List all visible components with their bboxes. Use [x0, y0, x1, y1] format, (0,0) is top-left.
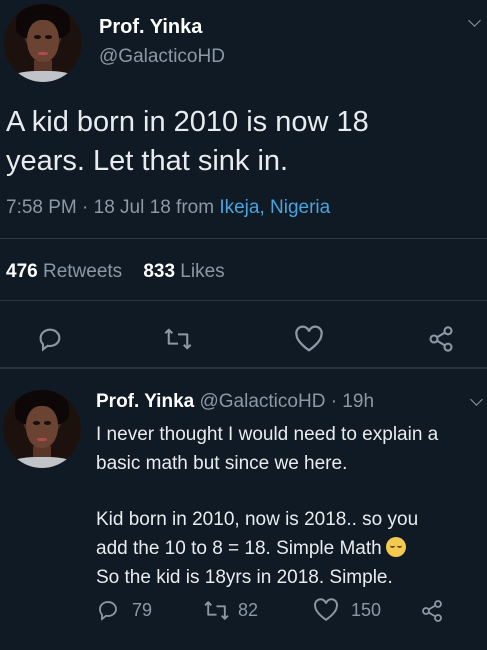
avatar[interactable] — [4, 4, 82, 82]
reply-button[interactable] — [32, 321, 68, 357]
chevron-down-icon[interactable] — [470, 393, 483, 406]
reply-action-like[interactable]: 150 — [313, 595, 381, 625]
engagement-stats: 476 Retweets 833 Likes — [6, 261, 225, 283]
tweet-location-link[interactable]: Ikeja, Nigeria — [219, 197, 330, 218]
reply-action-share[interactable] — [420, 597, 444, 625]
likes-count: 833 — [143, 261, 176, 282]
likes-stat[interactable]: 833 Likes — [143, 261, 224, 282]
share-button[interactable] — [423, 321, 459, 357]
main-tweet: Prof. Yinka @GalacticoHD A kid born in 2… — [0, 0, 487, 368]
tweet-text-line2: years. Let that sink in. — [6, 145, 289, 177]
retweet-count: 82 — [238, 599, 259, 620]
user-handle[interactable]: @GalacticoHD — [99, 46, 225, 68]
retweets-stat[interactable]: 476 Retweets — [6, 261, 122, 282]
share-icon — [422, 600, 442, 622]
reply-action-reply[interactable]: 79 — [96, 595, 152, 625]
reply-text-line: Kid born in 2010, now is 2018.. so you — [96, 509, 419, 530]
avatar[interactable] — [3, 390, 81, 468]
like-button[interactable] — [291, 321, 327, 357]
heart-icon — [295, 325, 323, 352]
reply-icon — [99, 601, 117, 621]
display-name[interactable]: Prof. Yinka — [96, 391, 194, 412]
reply-text-line: I never thought I would need to explain … — [96, 424, 439, 445]
like-count: 150 — [351, 599, 382, 620]
share-icon — [429, 326, 453, 352]
divider — [0, 238, 487, 239]
heart-icon — [314, 598, 338, 621]
retweet-icon — [164, 328, 192, 350]
reply-text: I never thought I would need to explain … — [96, 420, 484, 592]
user-handle[interactable]: @GalacticoHD — [199, 391, 325, 412]
reply-header: Prof. Yinka @GalacticoHD · 19h — [96, 391, 374, 413]
likes-label: Likes — [180, 261, 225, 282]
reply-text-line: So the kid is 18yrs in 2018. Simple. — [96, 567, 393, 588]
retweet-button[interactable] — [158, 321, 198, 357]
reply-count: 79 — [132, 599, 153, 620]
reply-text-span: add the 10 to 8 = 18. Simple Math — [96, 538, 382, 559]
chevron-down-icon[interactable] — [468, 14, 481, 27]
divider — [0, 300, 487, 301]
tweet-meta: 7:58 PM · 18 Jul 18 from Ikeja, Nigeria — [6, 197, 330, 219]
reply-tweet: Prof. Yinka @GalacticoHD · 19h I never t… — [0, 369, 487, 650]
tweet-age[interactable]: · 19h — [331, 391, 374, 412]
reply-icon — [39, 328, 61, 352]
tweet-text-line1: A kid born in 2010 is now 18 — [6, 106, 369, 138]
tweet-timestamp[interactable]: 7:58 PM · 18 Jul 18 from — [6, 197, 219, 218]
reply-action-retweet[interactable]: 82 — [203, 595, 258, 625]
retweets-label: Retweets — [42, 261, 123, 282]
retweet-icon — [204, 600, 229, 620]
reply-text-line: basic math but since we here. — [96, 453, 348, 474]
relieved-face-icon — [385, 537, 406, 557]
retweets-count: 476 — [6, 261, 38, 282]
display-name[interactable]: Prof. Yinka — [99, 16, 202, 39]
reply-text-line: add the 10 to 8 = 18. Simple Math — [96, 534, 484, 563]
